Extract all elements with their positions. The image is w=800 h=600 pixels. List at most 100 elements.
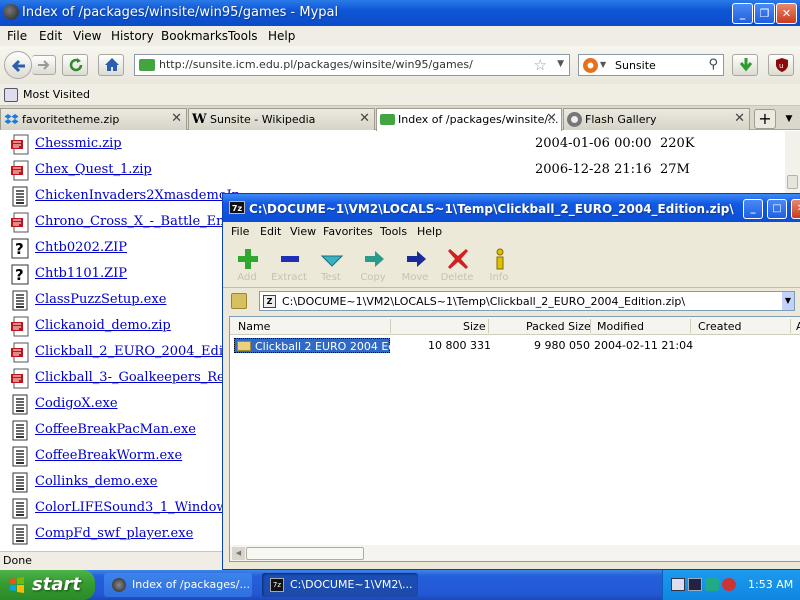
col-size[interactable]: Size [463,320,486,333]
tab-wikipedia[interactable]: W Sunsite - Wikipedia ✕ [188,108,375,130]
zmenu-tools[interactable]: Tools [380,225,407,238]
col-packed-size[interactable]: Packed Size [526,320,591,333]
tab-favoritetheme[interactable]: favoritetheme.zip ✕ [0,108,187,130]
file-link[interactable]: Chessmic.zip [35,136,122,151]
file-link[interactable]: Chtb0202.ZIP [35,240,127,255]
reload-icon [69,58,83,72]
bookmarks-toolbar: Most Visited [0,84,800,106]
menu-history[interactable]: History [111,29,154,43]
col-created[interactable]: Created [698,320,742,333]
folder-up-icon[interactable] [231,293,247,309]
col-attributes[interactable]: A [796,320,800,333]
taskbar-item-browser[interactable]: Index of /packages/... [104,573,252,597]
browser-titlebar[interactable]: Index of /packages/winsite/win95/games -… [0,0,800,26]
minimize-button[interactable]: _ [732,3,753,24]
file-link[interactable]: Clickanoid_demo.zip [35,318,171,333]
row-modified: 2004-02-11 21:04 [594,339,694,352]
file-link[interactable]: ChickenInvaders2XmasdemoIn [35,188,240,203]
url-dropdown-icon[interactable]: ▼ [557,59,564,69]
tab-flash-gallery[interactable]: Flash Gallery ✕ [563,108,750,130]
maximize-button[interactable]: ❐ [754,3,775,24]
7zip-minimize-button[interactable]: _ [743,199,763,219]
back-button[interactable] [4,51,32,79]
home-button[interactable] [98,54,124,76]
zmenu-favorites[interactable]: Favorites [323,225,373,238]
file-link[interactable]: ClassPuzzSetup.exe [35,292,166,307]
taskbar-item-label: C:\DOCUME~1\VM2\... [290,578,413,591]
file-link[interactable]: Collinks_demo.exe [35,474,157,489]
menu-tools[interactable]: Tools [228,29,258,43]
col-name[interactable]: Name [238,320,270,333]
scroll-left-arrow-icon[interactable]: ◀ [232,547,245,560]
bookmark-most-visited[interactable]: Most Visited [23,88,90,101]
toolbar-add-button[interactable]: Add [227,244,267,286]
scrollbar-thumb[interactable] [787,175,798,189]
file-link[interactable]: Chex_Quest_1.zip [35,162,152,177]
row-name-selected[interactable]: Clickball 2 EURO 2004 Edi... [234,338,409,353]
file-link[interactable]: CompFd_swf_player.exe [35,526,193,541]
7zip-titlebar[interactable]: 7z C:\DOCUME~1\VM2\LOCALS~1\Temp\Clickba… [223,194,800,222]
start-button[interactable]: start [0,570,95,600]
menu-file[interactable]: File [7,29,27,43]
tab-list-dropdown-icon[interactable]: ▼ [780,109,798,129]
menu-view[interactable]: View [73,29,101,43]
zmenu-file[interactable]: File [231,225,249,238]
horizontal-scrollbar[interactable]: ◀ [230,545,800,561]
downloads-button[interactable] [732,54,758,76]
forward-button[interactable] [32,55,56,75]
tab-close-icon[interactable]: ✕ [359,111,370,126]
tab-bar: favoritetheme.zip ✕ W Sunsite - Wikipedi… [0,106,800,131]
toolbar-delete-button[interactable]: Delete [437,244,477,286]
toolbar-copy-button[interactable]: Copy [353,244,393,286]
toolbar-extract-button[interactable]: Extract [269,244,309,286]
new-tab-button[interactable]: + [754,109,776,129]
toolbar-move-button[interactable]: Move [395,244,435,286]
security-icon[interactable] [705,578,719,591]
reload-button[interactable] [62,54,88,76]
ublock-button[interactable]: u [768,54,794,76]
zmenu-help[interactable]: Help [417,225,442,238]
menu-bookmarks[interactable]: Bookmarks [161,29,228,43]
url-bar[interactable]: http://sunsite.icm.edu.pl/packages/winsi… [134,54,570,76]
file-link[interactable]: Chrono_Cross_X_-_Battle_En [35,214,225,229]
bookmark-star-icon[interactable]: ☆ [534,56,547,74]
file-link[interactable]: CoffeeBreakWorm.exe [35,448,182,463]
home-icon [105,58,119,71]
svg-text:u: u [779,62,783,70]
search-engine-icon[interactable] [583,58,598,73]
toolbar-info-button[interactable]: Info [479,244,519,286]
col-modified[interactable]: Modified [597,320,644,333]
tab-close-icon[interactable]: ✕ [546,111,557,126]
file-size: 27M [660,162,690,177]
search-icon[interactable]: ⚲ [708,57,718,72]
tray-app-icon[interactable] [722,578,736,591]
7zip-maximize-button[interactable]: □ [767,199,787,219]
taskbar-item-7zip[interactable]: 7z C:\DOCUME~1\VM2\... [262,573,418,597]
file-link[interactable]: CodigoX.exe [35,396,118,411]
file-link[interactable]: Clickball_3-_Goalkeepers_Rev [35,370,232,385]
hscroll-thumb[interactable] [246,547,364,560]
7zip-close-button[interactable]: ✕ [791,199,800,219]
file-link[interactable]: Chtb1101.ZIP [35,266,127,281]
search-engine-dropdown-icon[interactable]: ▼ [600,60,606,69]
display-icon[interactable] [688,578,702,591]
zmenu-view[interactable]: View [290,225,316,238]
file-link[interactable]: ColorLIFESound3_1_Window [35,500,228,515]
archive-row[interactable]: Clickball 2 EURO 2004 Edi... 10 800 331 … [230,337,800,354]
network-icon[interactable] [671,578,685,591]
zmenu-edit[interactable]: Edit [260,225,281,238]
tab-close-icon[interactable]: ✕ [171,111,182,126]
file-link[interactable]: CoffeeBreakPacMan.exe [35,422,196,437]
tab-close-icon[interactable]: ✕ [734,111,745,126]
zip-archive-icon: Z [263,295,276,308]
menu-edit[interactable]: Edit [39,29,62,43]
search-bar[interactable]: ▼ Sunsite ⚲ [578,54,724,76]
path-dropdown-icon[interactable]: ▼ [782,292,794,310]
toolbar-test-button[interactable]: Test [311,244,351,286]
file-link[interactable]: Clickball_2_EURO_2004_Edi [35,344,223,359]
close-button[interactable]: ✕ [776,3,797,24]
path-combo[interactable]: Z C:\DOCUME~1\VM2\LOCALS~1\Temp\Clickbal… [259,291,795,311]
tab-label: favoritetheme.zip [22,113,120,126]
menu-help[interactable]: Help [268,29,295,43]
tab-index-of-packages[interactable]: Index of /packages/winsite/... ✕ [376,108,562,131]
